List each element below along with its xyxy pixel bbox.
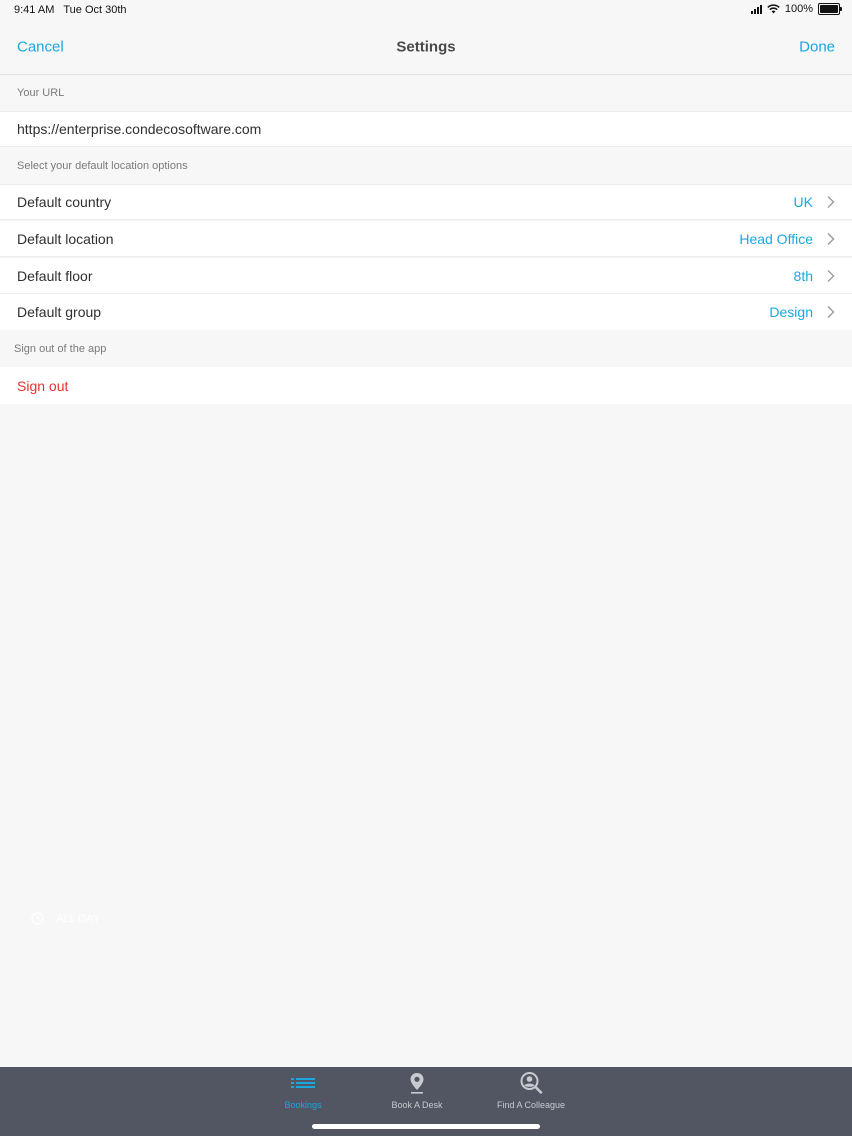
battery-icon	[818, 3, 842, 15]
default-location-value: Head Office	[739, 230, 813, 247]
tab-book-a-desk-label: Book A Desk	[391, 1100, 443, 1110]
status-time-text: 9:41 AM	[14, 4, 55, 16]
list-icon	[291, 1078, 315, 1088]
url-value[interactable]: https://enterprise.condecosoftware.com	[17, 121, 261, 137]
home-indicator[interactable]	[312, 1124, 540, 1129]
default-group-row[interactable]: Default group Design	[0, 294, 852, 330]
wifi-icon	[767, 4, 780, 14]
status-right: 100%	[750, 3, 842, 15]
signout-row[interactable]: Sign out	[0, 367, 852, 404]
clock-icon	[31, 912, 44, 925]
default-floor-row[interactable]: Default floor 8th	[0, 258, 852, 294]
chevron-right-icon	[827, 232, 835, 245]
signout-section-header: Sign out of the app	[0, 331, 852, 367]
tab-bookings[interactable]: Bookings	[248, 1071, 358, 1113]
battery-percent: 100%	[784, 3, 813, 15]
tab-find-a-colleague[interactable]: Find A Colleague	[476, 1071, 586, 1113]
default-country-value: UK	[793, 194, 813, 210]
nav-bar: Cancel Settings Done	[0, 20, 852, 75]
location-section-header-text: Select your default location options	[17, 160, 188, 172]
signout-section-header-text: Sign out of the app	[14, 343, 107, 355]
chevron-right-icon	[827, 306, 835, 318]
sign-out-button[interactable]: Sign out	[17, 378, 68, 394]
default-floor-label: Default floor	[17, 267, 93, 284]
chevron-right-icon	[827, 269, 835, 282]
default-group-label: Default group	[17, 304, 102, 320]
default-location-row[interactable]: Default location Head Office	[0, 221, 852, 257]
battery-fill	[820, 5, 838, 13]
default-floor-value: 8th	[793, 267, 813, 284]
all-day-indicator: ALL DAY	[31, 912, 100, 925]
location-pin-icon	[410, 1073, 424, 1094]
tab-bookings-label: Bookings	[284, 1100, 322, 1110]
location-section-header: Select your default location options	[0, 148, 852, 184]
status-time: 9:41 AM Tue Oct 30th	[14, 4, 127, 16]
cellular-signal-icon	[750, 4, 762, 14]
chevron-right-icon	[827, 196, 835, 208]
url-section-header: Your URL	[0, 75, 852, 111]
tab-book-a-desk[interactable]: Book A Desk	[362, 1071, 472, 1113]
default-country-row[interactable]: Default country UK	[0, 184, 852, 220]
default-country-label: Default country	[17, 194, 112, 210]
status-date-text: Tue Oct 30th	[63, 4, 127, 16]
status-bar: 9:41 AM Tue Oct 30th 100%	[0, 0, 852, 20]
default-location-label: Default location	[17, 230, 114, 247]
url-section-header-text: Your URL	[17, 87, 65, 99]
all-day-label: ALL DAY	[56, 912, 101, 925]
tab-find-a-colleague-label: Find A Colleague	[496, 1100, 566, 1110]
person-search-icon	[520, 1072, 543, 1094]
page-title: Settings	[396, 38, 456, 56]
done-button[interactable]: Done	[799, 39, 835, 56]
default-group-value: Design	[769, 304, 813, 320]
url-row[interactable]: https://enterprise.condecosoftware.com	[0, 111, 852, 147]
